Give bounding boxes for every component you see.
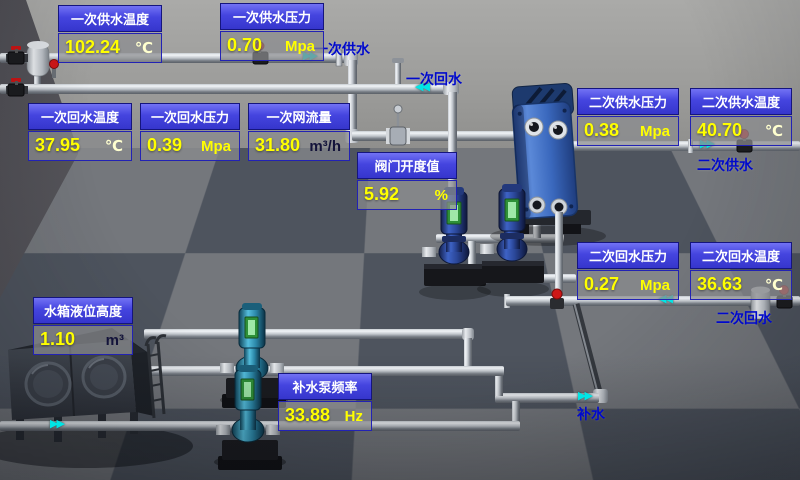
equipment-layer (0, 0, 800, 480)
sensor-stub (392, 58, 404, 86)
gauge-primary-supply-temp: 一次供水温度 102.24 ℃ (58, 5, 162, 63)
junction-valve-secondary-return[interactable] (550, 289, 564, 309)
gauge-number: 40.70 (697, 120, 742, 140)
gauge-number: 31.80 (255, 135, 300, 155)
gauge-primary-return-pressure: 一次回水压力 0.39 Mpa (140, 103, 240, 161)
gauge-number: 0.27 (584, 274, 619, 294)
gauge-unit: ℃ (135, 39, 153, 59)
gauge-value: 102.24 ℃ (58, 33, 162, 63)
valve-primary-supply-inlet[interactable] (6, 46, 28, 64)
gauge-tank-level: 水箱液位高度 1.10 m³ (33, 297, 133, 355)
pipe-label-secondary-return: 二次回水 (716, 308, 772, 328)
gauge-number: 37.95 (35, 135, 80, 155)
gauge-secondary-supply-temp: 二次供水温度 40.70 ℃ (690, 88, 792, 146)
gauge-value: 36.63 ℃ (690, 270, 792, 300)
gauge-title: 一次供水温度 (58, 5, 162, 32)
gauge-unit: Mpa (640, 276, 670, 296)
gauge-value: 0.39 Mpa (140, 131, 240, 161)
gauge-unit: ℃ (105, 137, 123, 157)
makeup-riser-pipe (575, 304, 609, 403)
gauge-number: 0.70 (227, 35, 262, 55)
gauge-secondary-return-temp: 二次回水温度 36.63 ℃ (690, 242, 792, 300)
gauge-title: 阀门开度值 (357, 152, 457, 179)
tank-outlet-pipes (144, 328, 504, 376)
gauge-value: 37.95 ℃ (28, 131, 132, 161)
gauge-number: 102.24 (65, 37, 120, 57)
gauge-value: 0.38 Mpa (577, 116, 679, 146)
gauge-unit: m³/h (309, 137, 341, 157)
gauge-primary-supply-pressure: 一次供水压力 0.70 Mpa (220, 3, 324, 61)
pipe-label-secondary-supply: 二次供水 (697, 155, 753, 175)
gauge-value: 31.80 m³/h (248, 131, 350, 161)
gauge-value: 40.70 ℃ (690, 116, 792, 146)
gauge-title: 一次供水压力 (220, 3, 324, 30)
gauge-title: 水箱液位高度 (33, 297, 133, 324)
valve-primary-return-inlet[interactable] (6, 78, 28, 96)
gauge-primary-flow: 一次网流量 31.80 m³/h (248, 103, 350, 161)
gauge-unit: m³ (106, 331, 124, 351)
gauge-number: 5.92 (364, 184, 399, 204)
gauge-valve-opening: 阀门开度值 5.92 % (357, 152, 457, 210)
flow-arrow-makeup-water: ▶▶ (578, 391, 591, 402)
gauge-unit: Hz (345, 407, 363, 427)
gauge-value: 1.10 m³ (33, 325, 133, 355)
gauge-unit: Mpa (201, 137, 231, 157)
strainer-vessel (27, 41, 49, 86)
gauge-value: 5.92 % (357, 180, 457, 210)
gauge-number: 1.10 (40, 329, 75, 349)
gauge-unit: ℃ (765, 122, 783, 142)
gauge-unit: % (435, 186, 448, 206)
gauge-title: 一次回水温度 (28, 103, 132, 130)
gauge-title: 一次回水压力 (140, 103, 240, 130)
gauge-unit: Mpa (285, 37, 315, 57)
hmi-screen: 一次供水温度 102.24 ℃ 一次供水压力 0.70 Mpa 一次回水温度 3… (0, 0, 800, 480)
gauge-title: 补水泵频率 (278, 373, 372, 400)
gauge-primary-return-temp: 一次回水温度 37.95 ℃ (28, 103, 132, 161)
gauge-value: 0.27 Mpa (577, 270, 679, 300)
gauge-unit: ℃ (765, 276, 783, 296)
flow-arrow-suction-line: ▶▶ (50, 419, 63, 430)
gauge-secondary-supply-pressure: 二次供水压力 0.38 Mpa (577, 88, 679, 146)
gauge-title: 一次网流量 (248, 103, 350, 130)
gauge-secondary-return-pressure: 二次回水压力 0.27 Mpa (577, 242, 679, 300)
gauge-title: 二次回水温度 (690, 242, 792, 269)
gauge-number: 0.39 (147, 135, 182, 155)
gauge-value: 33.88 Hz (278, 401, 372, 431)
gauge-makeup-pump-frequency: 补水泵频率 33.88 Hz (278, 373, 372, 431)
gauge-number: 33.88 (285, 405, 330, 425)
gauge-number: 0.38 (584, 120, 619, 140)
gauge-value: 0.70 Mpa (220, 31, 324, 61)
pipe-label-makeup-water: 补水 (577, 404, 605, 424)
gauge-title: 二次供水温度 (690, 88, 792, 115)
gauge-title: 二次回水压力 (577, 242, 679, 269)
flow-arrow-primary-return: ◀◀ (415, 82, 428, 93)
gauge-title: 二次供水压力 (577, 88, 679, 115)
gauge-number: 36.63 (697, 274, 742, 294)
gauge-unit: Mpa (640, 122, 670, 142)
control-valve[interactable] (386, 105, 410, 145)
